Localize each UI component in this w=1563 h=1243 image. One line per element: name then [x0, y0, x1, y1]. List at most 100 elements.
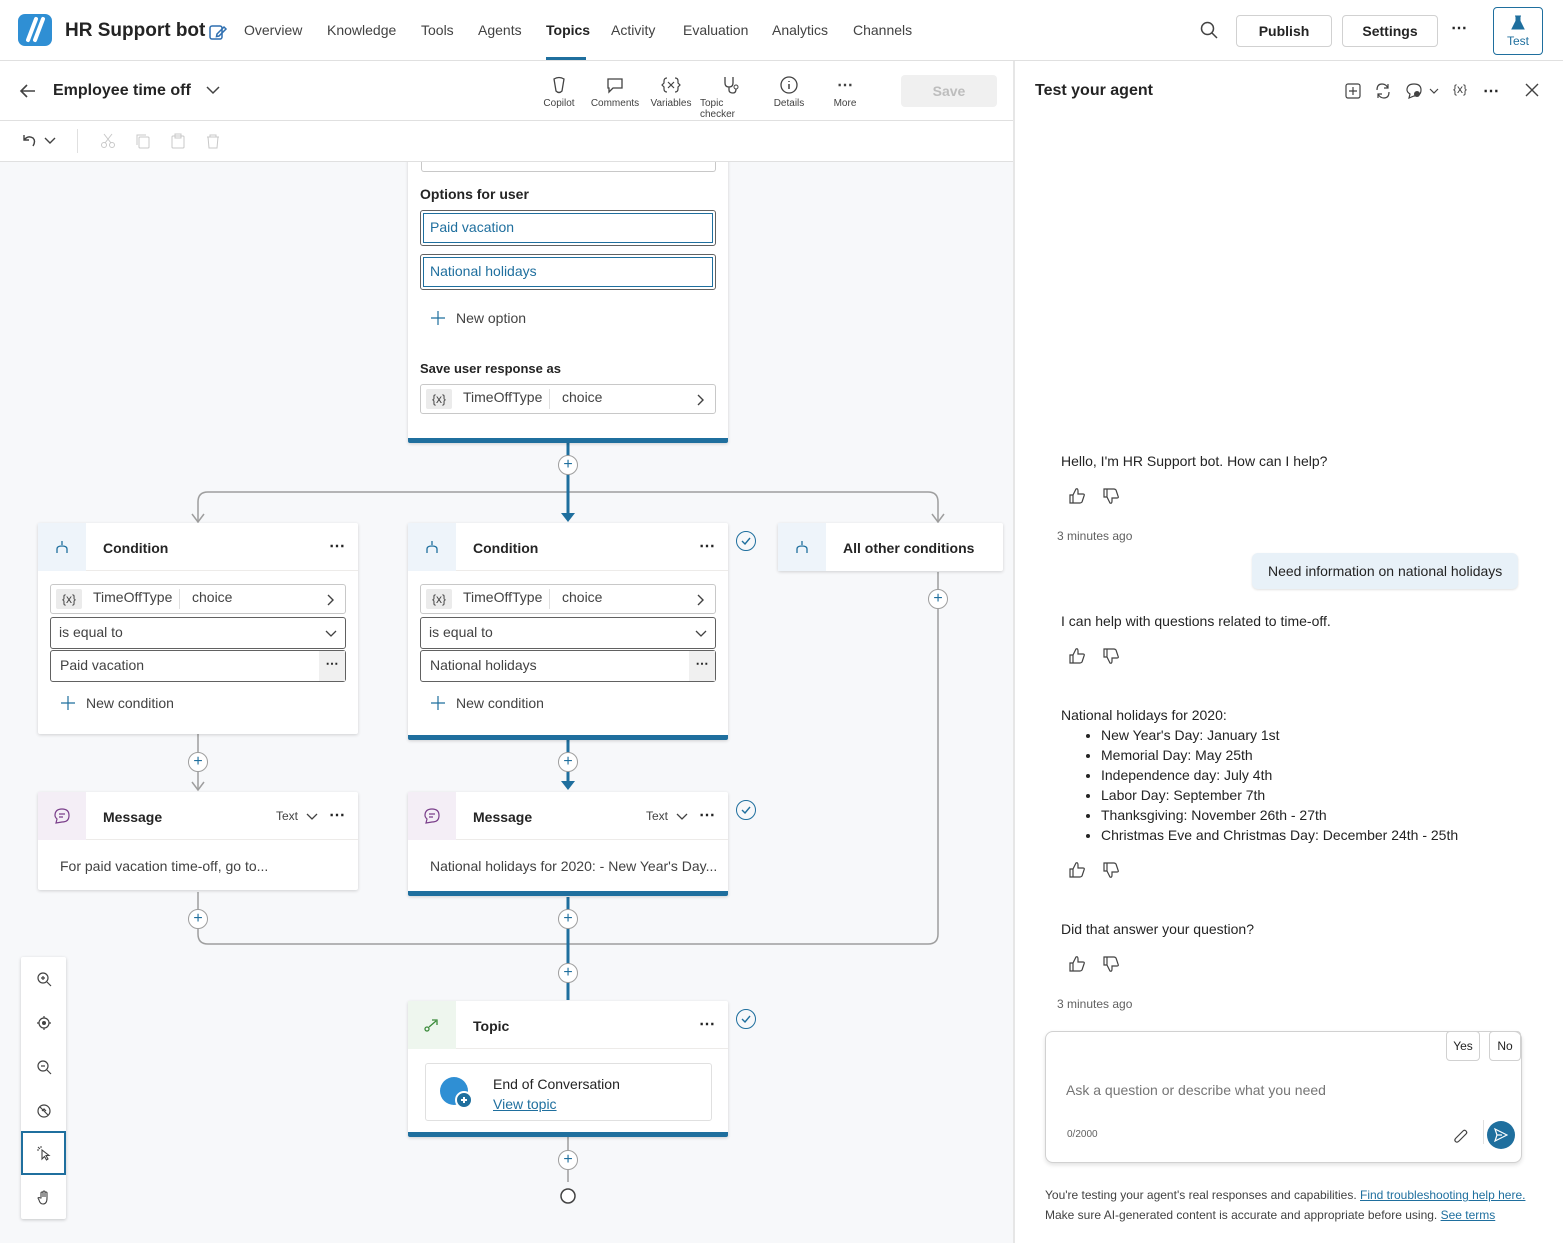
value-menu-icon[interactable]: ⋯ — [689, 651, 715, 681]
troubleshooting-link[interactable]: Find troubleshooting help here. — [1360, 1188, 1525, 1202]
select-tool-icon[interactable] — [21, 1131, 66, 1175]
save-button[interactable]: Save — [901, 75, 997, 107]
all-other-conditions-node[interactable]: All other conditions — [778, 523, 1003, 571]
variables-icon[interactable]: {x} — [1453, 82, 1467, 96]
cut-icon[interactable] — [100, 133, 116, 149]
nav-overview[interactable]: Overview — [244, 22, 302, 38]
node-menu-icon[interactable]: ⋯ — [699, 536, 716, 556]
nav-agents[interactable]: Agents — [478, 22, 522, 38]
more-options-icon[interactable]: ⋯ — [1451, 18, 1467, 38]
copilot-button[interactable]: Copilot — [529, 75, 589, 109]
panel-more-icon[interactable]: ⋯ — [1483, 81, 1499, 101]
nav-activity[interactable]: Activity — [611, 22, 655, 38]
new-option-button[interactable]: New option — [430, 310, 526, 326]
thumbs-up-icon[interactable] — [1067, 954, 1087, 974]
chevron-down-icon[interactable] — [306, 813, 318, 821]
add-node-button[interactable]: + — [558, 1150, 578, 1170]
node-menu-icon[interactable]: ⋯ — [699, 1014, 716, 1034]
more-button[interactable]: ⋯ More — [815, 75, 875, 109]
node-menu-icon[interactable]: ⋯ — [329, 805, 346, 825]
delete-icon[interactable] — [205, 133, 221, 149]
add-node-button[interactable]: + — [558, 963, 578, 983]
thumbs-down-icon[interactable] — [1101, 646, 1121, 666]
send-button[interactable] — [1487, 1121, 1515, 1149]
close-icon[interactable] — [1525, 83, 1539, 97]
edit-agent-icon[interactable] — [208, 22, 228, 42]
zoom-out-icon[interactable] — [21, 1045, 66, 1089]
debug-options-icon[interactable] — [1405, 82, 1423, 100]
add-node-button[interactable]: + — [558, 752, 578, 772]
comments-button[interactable]: Comments — [585, 75, 645, 109]
pan-tool-icon[interactable] — [21, 1175, 66, 1219]
view-topic-link[interactable]: View topic — [493, 1096, 557, 1112]
topic-reference-card[interactable]: End of Conversation View topic — [425, 1063, 712, 1121]
recenter-icon[interactable] — [21, 1001, 66, 1045]
condition-operator-dropdown[interactable]: is equal to — [420, 617, 716, 649]
chevron-down-icon[interactable] — [676, 813, 688, 821]
paste-icon[interactable] — [170, 133, 186, 149]
new-condition-button[interactable]: New condition — [430, 695, 544, 711]
add-node-button[interactable]: + — [558, 909, 578, 929]
chevron-down-icon[interactable] — [1429, 88, 1439, 95]
undo-dropdown-icon[interactable] — [44, 137, 56, 145]
chat-input[interactable] — [1066, 1078, 1446, 1102]
question-prompt-field[interactable] — [421, 162, 716, 172]
message-node-1[interactable]: Message Text ⋯ For paid vacation time-of… — [38, 792, 358, 890]
topic-redirect-node[interactable]: Topic ⋯ End of Conversation View topic — [408, 1001, 728, 1137]
save-response-variable[interactable]: {x} TimeOffType choice — [420, 384, 716, 414]
condition-operator-dropdown[interactable]: is equal to — [50, 617, 346, 649]
node-menu-icon[interactable]: ⋯ — [329, 536, 346, 556]
thumbs-up-icon[interactable] — [1067, 646, 1087, 666]
minimap-toggle-icon[interactable] — [21, 1089, 66, 1133]
thumbs-down-icon[interactable] — [1101, 954, 1121, 974]
zoom-in-icon[interactable] — [21, 957, 66, 1001]
node-menu-icon[interactable]: ⋯ — [699, 805, 716, 825]
suggested-yes-button[interactable]: Yes — [1446, 1031, 1480, 1061]
new-condition-button[interactable]: New condition — [60, 695, 174, 711]
condition-variable[interactable]: {x} TimeOffType choice — [420, 584, 716, 614]
thumbs-down-icon[interactable] — [1101, 860, 1121, 880]
message-preview[interactable]: For paid vacation time-off, go to... — [60, 858, 268, 874]
settings-button[interactable]: Settings — [1342, 15, 1438, 47]
condition-node-2[interactable]: Condition ⋯ {x} TimeOffType choice is eq… — [408, 523, 728, 740]
message-node-2[interactable]: Message Text ⋯ National holidays for 202… — [408, 792, 728, 896]
add-node-button[interactable]: + — [188, 909, 208, 929]
thumbs-up-icon[interactable] — [1067, 486, 1087, 506]
thumbs-up-icon[interactable] — [1067, 860, 1087, 880]
nav-tools[interactable]: Tools — [421, 22, 454, 38]
details-button[interactable]: Details — [759, 75, 819, 109]
nav-evaluation[interactable]: Evaluation — [683, 22, 748, 38]
authoring-canvas[interactable]: Options for user Paid vacation National … — [0, 162, 1013, 1243]
nav-channels[interactable]: Channels — [853, 22, 912, 38]
suggested-no-button[interactable]: No — [1489, 1031, 1521, 1061]
test-button[interactable]: Test — [1493, 7, 1543, 55]
question-node[interactable]: Options for user Paid vacation National … — [408, 162, 728, 443]
option-national-holidays[interactable]: National holidays — [420, 254, 716, 290]
nav-analytics[interactable]: Analytics — [772, 22, 828, 38]
message-preview[interactable]: National holidays for 2020: - New Year's… — [430, 858, 717, 874]
option-paid-vacation[interactable]: Paid vacation — [420, 210, 716, 246]
variables-button[interactable]: Variables — [641, 75, 701, 109]
message-mode-dropdown[interactable]: Text — [276, 809, 298, 823]
chevron-down-icon[interactable] — [206, 85, 220, 95]
condition-node-1[interactable]: Condition ⋯ {x} TimeOffType choice is eq… — [38, 523, 358, 734]
add-node-button[interactable]: + — [188, 752, 208, 772]
search-icon[interactable] — [1199, 20, 1219, 40]
thumbs-down-icon[interactable] — [1101, 486, 1121, 506]
option-text[interactable]: Paid vacation — [423, 213, 713, 243]
condition-value-field[interactable]: National holidays ⋯ — [420, 650, 716, 682]
new-chat-icon[interactable] — [1345, 83, 1361, 99]
topic-checker-button[interactable]: Topic checker — [700, 75, 760, 120]
undo-icon[interactable] — [20, 132, 38, 150]
message-mode-dropdown[interactable]: Text — [646, 809, 668, 823]
copy-icon[interactable] — [135, 133, 151, 149]
refresh-icon[interactable] — [1374, 82, 1392, 100]
nav-knowledge[interactable]: Knowledge — [327, 22, 396, 38]
nav-topics[interactable]: Topics — [546, 22, 590, 38]
publish-button[interactable]: Publish — [1236, 15, 1332, 47]
add-node-button[interactable]: + — [928, 589, 948, 609]
attach-icon[interactable] — [1453, 1127, 1469, 1145]
add-node-button[interactable]: + — [558, 455, 578, 475]
option-text[interactable]: National holidays — [423, 257, 713, 287]
condition-variable[interactable]: {x} TimeOffType choice — [50, 584, 346, 614]
